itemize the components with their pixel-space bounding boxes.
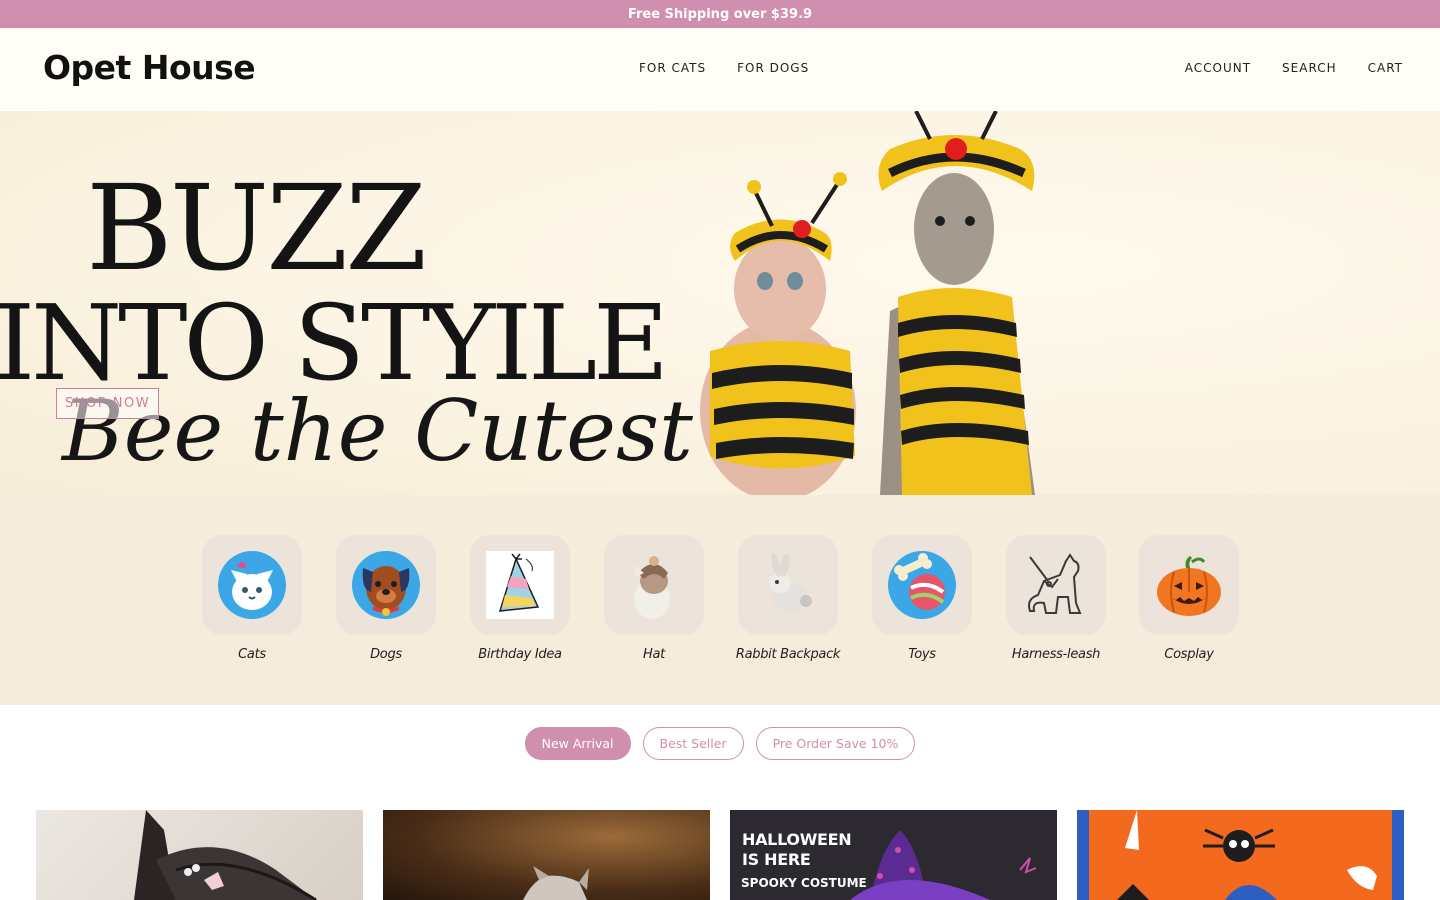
product-card[interactable]: [383, 810, 710, 900]
main-nav: FOR CATS FOR DOGS: [639, 61, 809, 75]
category-label: Rabbit Backpack: [735, 647, 841, 662]
category-label: Harness-leash: [1011, 647, 1101, 662]
category-cats[interactable]: Cats: [192, 535, 312, 662]
product-card[interactable]: HALLOWEEN IS HERE SPOOKY COSTUME: [730, 810, 1057, 900]
category-toys[interactable]: Toys: [862, 535, 982, 662]
promo-title-line2: IS HERE: [742, 850, 811, 869]
harness-cat-icon: [1006, 535, 1106, 635]
product-image: [134, 810, 317, 900]
shop-now-button[interactable]: SHOP NOW: [56, 388, 160, 419]
hero-headline-line1: BUZZ: [86, 159, 427, 297]
tab-new-arrival[interactable]: New Arrival: [524, 727, 631, 760]
product-card[interactable]: [1077, 810, 1404, 900]
search-link[interactable]: SEARCH: [1282, 61, 1337, 75]
nav-for-dogs[interactable]: FOR DOGS: [737, 61, 809, 75]
category-cosplay[interactable]: Cosplay: [1129, 535, 1249, 662]
pet-hat-icon: [604, 535, 704, 635]
nav-for-cats[interactable]: FOR CATS: [639, 61, 706, 75]
product-image: [523, 866, 589, 900]
product-grid: HALLOWEEN IS HERE SPOOKY COSTUME: [36, 810, 1404, 900]
product-image: [1077, 810, 1404, 900]
pumpkin-icon: [1139, 535, 1239, 635]
category-rabbit-backpack[interactable]: Rabbit Backpack: [728, 535, 848, 662]
category-label: Hat: [643, 647, 665, 662]
category-hat[interactable]: Hat: [594, 535, 714, 662]
hero-pets-image: [700, 111, 1035, 495]
category-strip: Cats Dogs Birthday Idea Hat Rabbit Backp…: [0, 495, 1440, 705]
category-dogs[interactable]: Dogs: [326, 535, 446, 662]
tab-pre-order[interactable]: Pre Order Save 10%: [755, 727, 916, 760]
hero-headline-line2: INTO STYILE: [0, 282, 669, 404]
category-label: Cosplay: [1164, 647, 1214, 662]
site-logo[interactable]: Opet House: [43, 48, 256, 87]
category-harness-leash[interactable]: Harness-leash: [996, 535, 1116, 662]
promo-subtitle: SPOOKY COSTUME: [741, 876, 867, 890]
category-birthday-idea[interactable]: Birthday Idea: [460, 535, 580, 662]
rabbit-icon: [738, 535, 838, 635]
announcement-text: Free Shipping over $39.9: [627, 6, 813, 22]
category-label: Toys: [908, 647, 936, 662]
party-hat-icon: [470, 535, 570, 635]
announcement-bar: Free Shipping over $39.9: [0, 0, 1440, 28]
category-label: Birthday Idea: [478, 647, 562, 662]
promo-headline: HALLOWEEN IS HERE: [742, 830, 852, 870]
category-label: Dogs: [370, 647, 402, 662]
category-label: Cats: [238, 647, 266, 662]
product-card[interactable]: [36, 810, 363, 900]
hero-banner: BUZZ INTO STYILE Bee the Cutest SHOP NOW: [0, 111, 1440, 495]
cart-link[interactable]: CART: [1368, 61, 1403, 75]
promo-title-line1: HALLOWEEN: [742, 830, 852, 849]
product-tabs: New Arrival Best Seller Pre Order Save 1…: [0, 727, 1440, 760]
site-header: Opet House FOR CATS FOR DOGS ACCOUNT SEA…: [0, 28, 1440, 111]
account-link[interactable]: ACCOUNT: [1185, 61, 1251, 75]
cat-face-icon: [202, 535, 302, 635]
utility-nav: ACCOUNT SEARCH CART: [1185, 61, 1403, 75]
tab-best-seller[interactable]: Best Seller: [642, 727, 744, 760]
dog-face-icon: [336, 535, 436, 635]
toy-ball-bone-icon: [872, 535, 972, 635]
